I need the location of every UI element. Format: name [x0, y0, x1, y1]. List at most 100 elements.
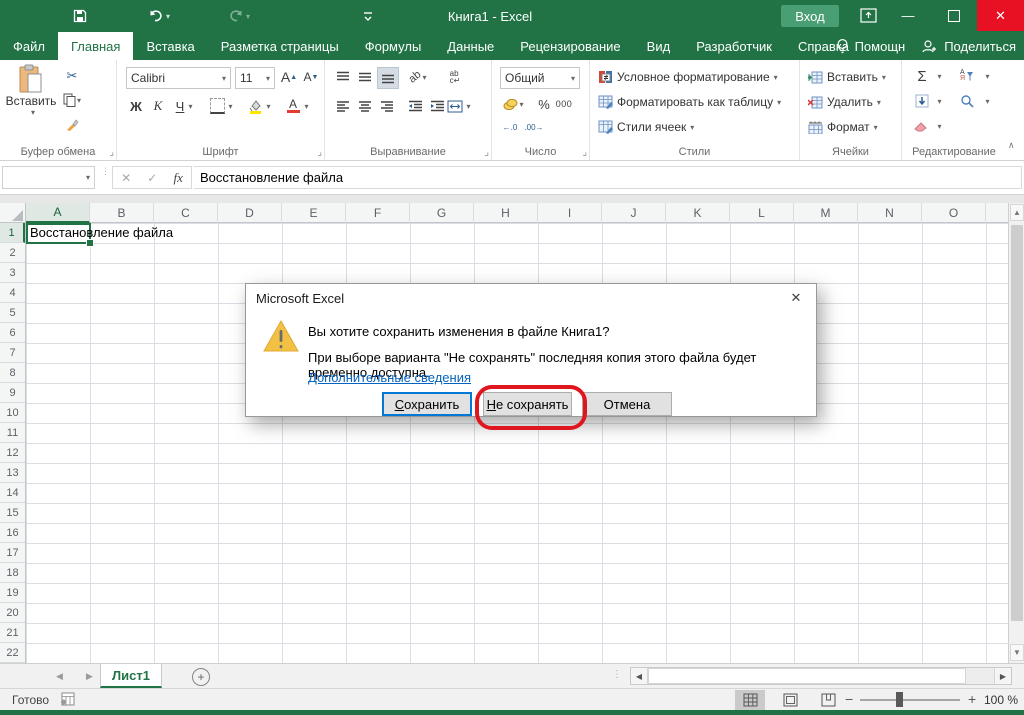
increase-decimal-button[interactable]: .00→	[524, 117, 544, 137]
zoom-level-label[interactable]: 100 %	[984, 693, 1018, 707]
row-header-7[interactable]: 7	[0, 343, 25, 363]
sort-filter-button[interactable]: АЯ	[954, 66, 980, 86]
accounting-dropdown[interactable]: ▾	[516, 94, 526, 114]
decrease-decimal-button[interactable]: ←.0	[500, 117, 520, 137]
insert-cells-button[interactable]: Вставить▾	[808, 66, 886, 88]
formula-input[interactable]: Восстановление файла	[194, 166, 1022, 189]
column-header-D[interactable]: D	[218, 203, 282, 223]
add-sheet-button[interactable]: +	[192, 668, 210, 686]
sort-filter-dropdown[interactable]: ▾	[982, 66, 992, 86]
save-confirm-button[interactable]: Сохранить	[382, 392, 472, 416]
paste-button[interactable]: Вставить ▾	[5, 64, 57, 138]
sheet-tab[interactable]: Лист1	[100, 664, 162, 688]
scroll-down-arrow[interactable]: ▼	[1010, 644, 1024, 661]
clipboard-dialog-launcher[interactable]: ⌟	[109, 148, 114, 158]
undo-dropdown[interactable]: ▾	[166, 12, 170, 21]
comma-style-button[interactable]: 000	[554, 94, 574, 114]
fill-color-dropdown[interactable]: ▾	[263, 96, 273, 116]
column-header-N[interactable]: N	[858, 203, 922, 223]
copy-button[interactable]: ▾	[62, 90, 82, 110]
italic-button[interactable]: К	[148, 96, 168, 116]
row-header-1[interactable]: 1	[0, 223, 25, 243]
row-header-20[interactable]: 20	[0, 603, 25, 623]
share-label[interactable]: Поделиться	[944, 39, 1016, 54]
next-sheet-arrow[interactable]: ▶	[86, 671, 93, 682]
cut-button[interactable]: ✂	[62, 66, 82, 86]
decrease-indent-button[interactable]	[405, 96, 425, 116]
row-header-12[interactable]: 12	[0, 443, 25, 463]
redo-dropdown[interactable]: ▾	[246, 12, 250, 21]
redo-button[interactable]: ▾	[228, 6, 250, 26]
borders-dropdown[interactable]: ▾	[225, 96, 235, 116]
select-all-button[interactable]	[0, 203, 26, 223]
row-header-13[interactable]: 13	[0, 463, 25, 483]
column-header-B[interactable]: B	[90, 203, 154, 223]
column-header-G[interactable]: G	[410, 203, 474, 223]
row-header-9[interactable]: 9	[0, 383, 25, 403]
row-header-8[interactable]: 8	[0, 363, 25, 383]
row-header-3[interactable]: 3	[0, 263, 25, 283]
sign-in-button[interactable]: Вход	[781, 5, 839, 27]
bold-button[interactable]: Ж	[126, 96, 146, 116]
alignment-dialog-launcher[interactable]: ⌟	[484, 148, 489, 158]
row-header-6[interactable]: 6	[0, 323, 25, 343]
insert-function-button[interactable]: fx	[174, 170, 183, 186]
copy-dropdown[interactable]: ▾	[77, 96, 81, 105]
row-header-15[interactable]: 15	[0, 503, 25, 523]
tab-file[interactable]: Файл	[0, 32, 58, 60]
row-header-21[interactable]: 21	[0, 623, 25, 643]
font-size-combo[interactable]: 11▾	[235, 67, 275, 89]
tab-insert[interactable]: Вставка	[133, 32, 207, 60]
clear-button[interactable]	[910, 116, 934, 136]
format-as-table-button[interactable]: Форматировать как таблицу▾	[598, 91, 781, 113]
number-dialog-launcher[interactable]: ⌟	[582, 148, 587, 158]
formula-bar-resize-handle[interactable]: ⋮	[101, 169, 110, 174]
column-header-E[interactable]: E	[282, 203, 346, 223]
grow-font-button[interactable]: A▲	[279, 67, 299, 87]
prev-sheet-arrow[interactable]: ◀	[56, 671, 63, 682]
clear-dropdown[interactable]: ▾	[934, 116, 944, 136]
format-cells-button[interactable]: Формат▾	[808, 116, 878, 138]
row-header-11[interactable]: 11	[0, 423, 25, 443]
fill-dropdown[interactable]: ▾	[934, 91, 944, 111]
scroll-up-arrow[interactable]: ▲	[1010, 204, 1024, 221]
column-header-A[interactable]: A	[26, 203, 90, 223]
minimize-button[interactable]: —	[885, 0, 931, 31]
row-header-4[interactable]: 4	[0, 283, 25, 303]
dialog-learn-more-link[interactable]: Дополнительные сведения	[308, 370, 471, 385]
tab-strip-resize-handle[interactable]: ⋮	[612, 669, 622, 680]
align-middle-button[interactable]	[355, 67, 375, 87]
column-header-L[interactable]: L	[730, 203, 794, 223]
number-format-combo[interactable]: Общий▾	[500, 67, 580, 89]
tellme-label[interactable]: Помощн	[855, 39, 906, 54]
cell-styles-button[interactable]: Стили ячеек▾	[598, 116, 694, 138]
tab-page-layout[interactable]: Разметка страницы	[208, 32, 352, 60]
zoom-in-button[interactable]: +	[968, 691, 976, 707]
percent-button[interactable]: %	[534, 94, 554, 114]
shrink-font-button[interactable]: A▼	[301, 67, 321, 87]
tab-home[interactable]: Главная	[58, 32, 133, 60]
column-header-I[interactable]: I	[538, 203, 602, 223]
tab-formulas[interactable]: Формулы	[352, 32, 435, 60]
find-select-dropdown[interactable]: ▾	[982, 91, 992, 111]
fill-button[interactable]	[910, 91, 934, 111]
column-header-C[interactable]: C	[154, 203, 218, 223]
vertical-scrollbar[interactable]: ▲ ▼	[1008, 203, 1024, 663]
tab-view[interactable]: Вид	[634, 32, 684, 60]
row-header-22[interactable]: 22	[0, 643, 25, 663]
font-color-button[interactable]: А	[283, 96, 303, 116]
horizontal-scroll-thumb[interactable]	[648, 668, 966, 684]
merge-center-dropdown[interactable]: ▾	[463, 96, 473, 116]
autosum-button[interactable]: Σ	[910, 66, 934, 86]
page-break-view-button[interactable]	[813, 690, 843, 710]
column-header-H[interactable]: H	[474, 203, 538, 223]
column-header-O[interactable]: O	[922, 203, 986, 223]
font-color-dropdown[interactable]: ▾	[301, 96, 311, 116]
align-right-button[interactable]	[377, 96, 397, 116]
dialog-close-button[interactable]: ✕	[776, 284, 816, 312]
row-header-5[interactable]: 5	[0, 303, 25, 323]
wrap-text-button[interactable]: abc↵	[445, 67, 465, 87]
borders-button[interactable]	[207, 96, 227, 116]
save-button[interactable]	[72, 6, 88, 26]
column-header-M[interactable]: M	[794, 203, 858, 223]
